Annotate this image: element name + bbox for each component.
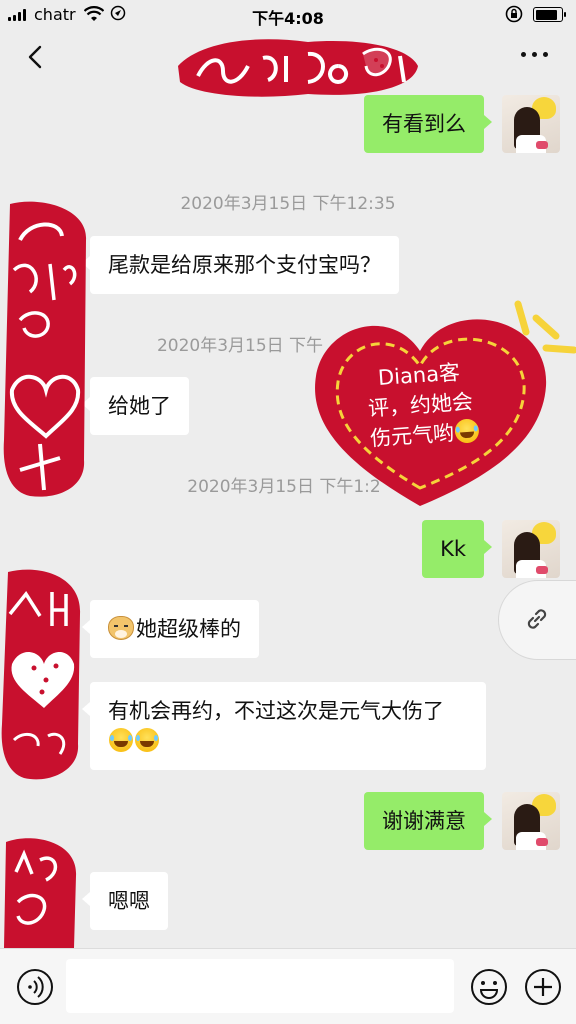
message-bubble-incoming[interactable]: 尾款是给原来那个支付宝吗？ xyxy=(82,236,399,294)
plus-circle-icon[interactable] xyxy=(524,968,562,1010)
message-bubble-incoming[interactable]: 嗯嗯 xyxy=(82,872,168,930)
link-icon xyxy=(527,609,547,629)
clock: 下午4:08 xyxy=(252,9,324,28)
message-bubble-incoming[interactable]: 有机会再约，不过这次是元气大伤了 xyxy=(82,682,486,770)
chat-header xyxy=(0,30,576,97)
laugh-cry-emoji-icon xyxy=(135,728,159,752)
message-bubble-outgoing[interactable]: 有看到么 xyxy=(364,95,492,153)
message-list[interactable]: 有看到么 2020年3月15日 下午12:35 尾款是给原来那个支付宝吗？ 20… xyxy=(0,86,576,948)
message-text: 她超级棒的 xyxy=(136,617,241,641)
chevron-left-icon[interactable] xyxy=(22,42,52,72)
message-bubble-incoming[interactable]: 给她了 xyxy=(82,377,189,435)
heart-note-sticker: Diana客 评，约她会 伤元气哟 xyxy=(310,296,576,516)
link-float-button[interactable] xyxy=(498,580,576,660)
doge-emoji-icon xyxy=(108,616,134,640)
redaction-sticker xyxy=(0,200,92,500)
redaction-sticker xyxy=(0,564,84,784)
orientation-lock-icon xyxy=(505,5,523,27)
avatar[interactable] xyxy=(502,792,560,850)
more-dots-icon[interactable] xyxy=(521,52,548,57)
laugh-cry-emoji-icon xyxy=(454,418,480,444)
avatar[interactable] xyxy=(502,520,560,578)
emoji-face-icon[interactable] xyxy=(470,968,508,1010)
message-bubble-incoming[interactable]: 她超级棒的 xyxy=(82,600,259,658)
status-bar: chatr 下午4:08 xyxy=(0,0,576,30)
message-bubble-outgoing[interactable]: Kk xyxy=(422,520,492,578)
redaction-sticker xyxy=(0,832,80,948)
battery-icon xyxy=(533,7,566,22)
input-bar xyxy=(0,948,576,1024)
laugh-cry-emoji-icon xyxy=(109,728,133,752)
message-input[interactable] xyxy=(66,959,454,1013)
avatar[interactable] xyxy=(502,95,560,153)
message-bubble-outgoing[interactable]: 谢谢满意 xyxy=(364,792,492,850)
message-text: 有机会再约，不过这次是元气大伤了 xyxy=(108,699,444,723)
voice-icon[interactable] xyxy=(16,968,54,1010)
